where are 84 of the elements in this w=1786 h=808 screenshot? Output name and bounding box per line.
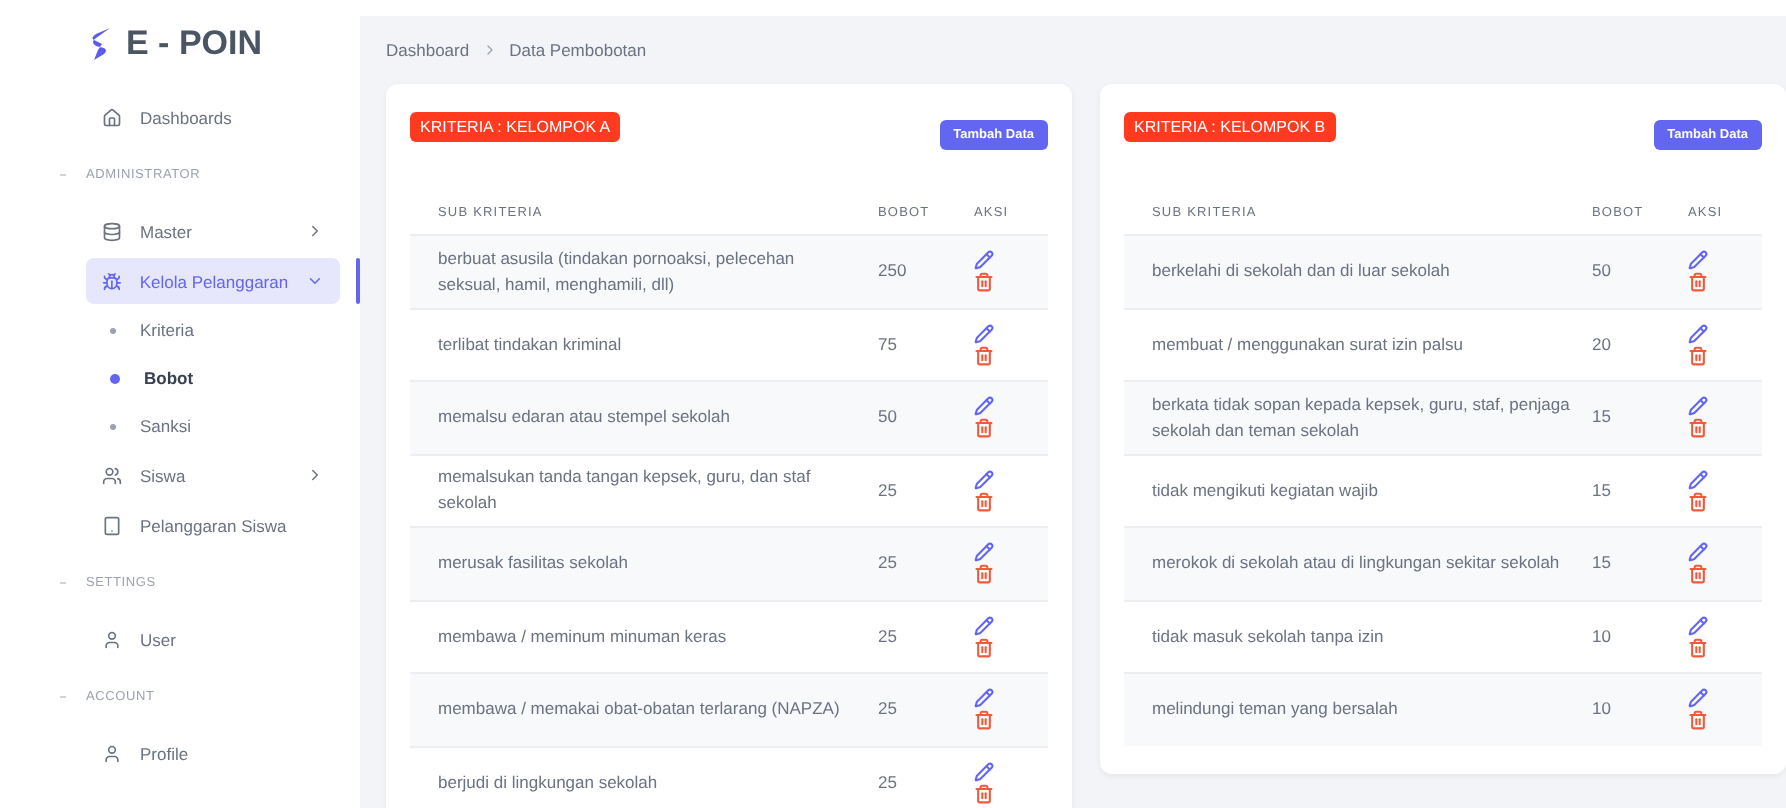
menu-icon xyxy=(102,107,122,127)
logo-icon xyxy=(90,26,114,62)
table-cell-text: 10 xyxy=(1592,696,1613,723)
pencil-icon xyxy=(974,615,994,636)
trash-icon xyxy=(974,637,994,658)
table-cell-text: berbuat asusila (tindakan pornoaksi, pelecehan seksual, hamil, menghamili, dll) xyxy=(438,245,797,298)
pencil-icon xyxy=(1688,396,1708,417)
table-cell-text: 15 xyxy=(1592,477,1613,504)
table-cell-text: 25 xyxy=(878,623,899,650)
sidebar-item[interactable]: Profile xyxy=(86,730,340,776)
trash-icon xyxy=(974,491,994,512)
pencil-icon xyxy=(974,469,994,490)
trash-icon xyxy=(1688,637,1708,658)
sidebar-item[interactable]: Master xyxy=(86,208,340,254)
pencil-icon xyxy=(974,250,994,271)
pencil-icon xyxy=(1688,615,1708,636)
sidebar-item[interactable]: Dashboards xyxy=(86,94,340,140)
group-tag: KRITERIA : KELOMPOK B xyxy=(1124,112,1336,142)
breadcrumb-link[interactable]: Data Pembobotan xyxy=(509,40,647,60)
pencil-icon xyxy=(1688,250,1708,271)
pencil-icon xyxy=(1688,323,1708,344)
pencil-icon xyxy=(1688,469,1708,490)
table-cell-text: tidak mengikuti kegiatan wajib xyxy=(1152,477,1380,504)
trash-icon xyxy=(974,710,994,731)
trash-icon xyxy=(1688,564,1708,585)
table-cell-text: terlibat tindakan kriminal xyxy=(438,331,624,358)
pencil-icon xyxy=(974,761,994,782)
table-cell-text: 15 xyxy=(1592,550,1613,577)
table-cell-text: memalsukan tanda tangan kepsek, guru, dan staf sekolah xyxy=(438,464,813,517)
menu-icon xyxy=(102,629,122,649)
submenu-item[interactable]: Sanksi xyxy=(90,402,360,450)
menu-icon xyxy=(102,465,122,485)
table-cell-text: melindungi teman yang bersalah xyxy=(1152,696,1400,723)
sidebar-item[interactable]: Pelanggaran Siswa xyxy=(86,502,340,548)
menu-icon xyxy=(102,221,122,241)
pencil-icon xyxy=(1688,542,1708,563)
table-cell-text: tidak masuk sekolah tanpa izin xyxy=(1152,623,1386,650)
trash-icon xyxy=(1688,345,1708,366)
table-cell-text: membawa / meminum minuman keras xyxy=(438,623,729,650)
menu-icon xyxy=(102,515,122,535)
trash-icon xyxy=(1688,272,1708,293)
table-cell-text: membuat / menggunakan surat izin palsu xyxy=(1152,331,1465,358)
trash-icon xyxy=(974,783,994,804)
submenu-item[interactable]: Bobot xyxy=(90,354,360,402)
table-cell-text: 250 xyxy=(878,258,909,285)
menu-icon xyxy=(102,743,122,763)
active-indicator xyxy=(356,258,360,304)
pencil-icon xyxy=(974,396,994,417)
brand-name: E - POIN xyxy=(126,24,263,64)
table-cell-text: berkata tidak sopan kepada kepsek, guru, staf, penjaga sekolah dan teman sekolah xyxy=(1152,391,1572,444)
pencil-icon xyxy=(974,323,994,344)
table-cell-text: memalsu edaran atau stempel sekolah xyxy=(438,404,732,431)
table-cell-text: 25 xyxy=(878,550,899,577)
table-cell-text: 20 xyxy=(1592,331,1613,358)
table-cell-text: 15 xyxy=(1592,404,1613,431)
table-cell-text: 25 xyxy=(878,769,899,796)
trash-icon xyxy=(974,272,994,293)
table-cell-text: 10 xyxy=(1592,623,1613,650)
trash-icon xyxy=(974,418,994,439)
table-cell-text: membawa / memakai obat-obatan terlarang (NAPZA) xyxy=(438,696,842,723)
sidebar-item[interactable]: Siswa xyxy=(86,452,340,498)
submenu-item[interactable]: Kriteria xyxy=(90,306,360,354)
pencil-icon xyxy=(1688,688,1708,709)
sidebar-item[interactable]: User xyxy=(86,616,340,662)
table-cell-text: berkelahi di sekolah dan di luar sekolah xyxy=(1152,258,1452,285)
table-cell-text: 50 xyxy=(1592,258,1613,285)
group-tag: KRITERIA : KELOMPOK A xyxy=(410,112,621,142)
breadcrumb-link[interactable]: Dashboard xyxy=(386,40,470,60)
table-cell-text: berjudi di lingkungan sekolah xyxy=(438,769,660,796)
trash-icon xyxy=(974,345,994,366)
table-cell-text: merusak fasilitas sekolah xyxy=(438,550,630,577)
menu-icon xyxy=(102,271,122,291)
table-cell-text: 75 xyxy=(878,331,899,358)
trash-icon xyxy=(974,564,994,585)
trash-icon xyxy=(1688,710,1708,731)
pencil-icon xyxy=(974,688,994,709)
table-cell-text: 25 xyxy=(878,477,899,504)
trash-icon xyxy=(1688,491,1708,512)
table-cell-text: 50 xyxy=(878,404,899,431)
table-cell-text: merokok di sekolah atau di lingkungan sekitar sekolah xyxy=(1152,550,1562,577)
table-cell-text: 25 xyxy=(878,696,899,723)
trash-icon xyxy=(1688,418,1708,439)
pencil-icon xyxy=(974,542,994,563)
sidebar-item[interactable]: Kelola Pelanggaran xyxy=(86,258,340,304)
